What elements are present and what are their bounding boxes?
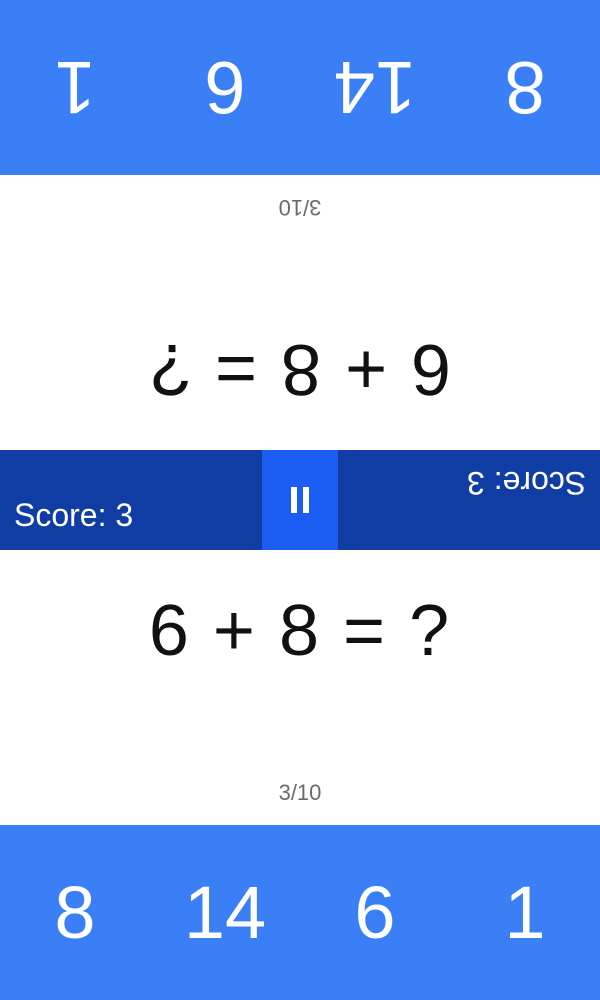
answer-button[interactable]: 8 [450,0,600,175]
answer-bar: 8 14 6 1 [0,825,600,1000]
answer-button[interactable]: 1 [0,0,150,175]
pause-icon [291,487,309,513]
answer-button[interactable]: 6 [150,0,300,175]
progress-text: 3/10 [278,780,322,805]
answer-bar: 8 14 6 1 [0,0,600,175]
question-text: 6 + 8 = ? [148,329,452,409]
answer-button[interactable]: 1 [450,825,600,1000]
player-bottom-area: 6 + 8 = ? 3/10 8 14 6 1 [0,550,600,1000]
pause-button[interactable] [262,450,338,550]
score-bar: Score: 3 Score: 3 [0,450,600,550]
player-top-score: Score: 3 [466,465,586,501]
player-bottom-score: Score: 3 [14,497,134,533]
answer-button[interactable]: 6 [300,825,450,1000]
progress-text: 3/10 [278,195,322,220]
answer-button[interactable]: 8 [0,825,150,1000]
answer-button[interactable]: 14 [300,0,450,175]
answer-button[interactable]: 14 [150,825,300,1000]
player-top-area: 6 + 8 = ? 3/10 8 14 6 1 [0,0,600,450]
question-text: 6 + 8 = ? [148,591,452,671]
